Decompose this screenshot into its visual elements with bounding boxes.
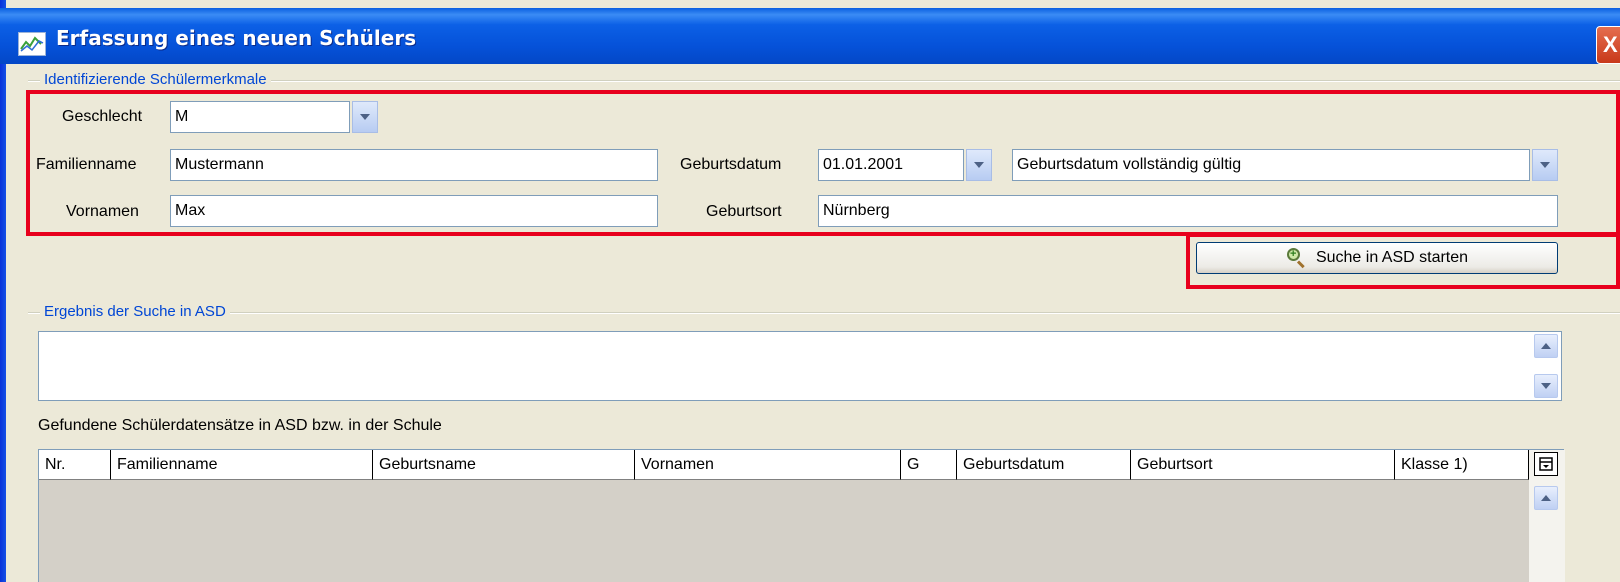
chevron-down-icon — [1541, 383, 1551, 389]
close-button[interactable]: X — [1596, 26, 1620, 64]
column-header-geburtsort[interactable]: Geburtsort — [1131, 450, 1395, 480]
column-chooser-icon[interactable] — [1534, 452, 1558, 476]
dialog-window: Erfassung eines neuen Schülers X Identif… — [0, 0, 1620, 582]
result-group-title: Ergebnis der Suche in ASD — [40, 303, 230, 321]
column-header-geburtsname[interactable]: Geburtsname — [373, 450, 635, 480]
column-header-nr[interactable]: Nr. — [39, 450, 111, 480]
result-scroll-up-button[interactable] — [1534, 334, 1558, 358]
ident-group-title: Identifizierende Schülermerkmale — [40, 71, 271, 89]
title-bar[interactable]: Erfassung eines neuen Schülers X — [0, 8, 1620, 64]
result-group-border — [28, 312, 1620, 314]
search-asd-button[interactable]: + Suche in ASD starten — [1196, 242, 1558, 274]
window-frame — [0, 0, 6, 582]
found-records-table[interactable]: Nr. Familienname Geburtsname Vornamen G … — [38, 449, 1565, 582]
column-header-g[interactable]: G — [901, 450, 957, 480]
found-records-label: Gefundene Schülerdatensätze in ASD bzw. … — [38, 417, 442, 434]
column-header-familienname[interactable]: Familienname — [111, 450, 373, 480]
app-icon — [18, 32, 46, 56]
result-scroll-down-button[interactable] — [1534, 374, 1558, 398]
search-result-textarea[interactable] — [38, 331, 1562, 401]
search-result-text — [39, 332, 1561, 340]
chevron-up-icon — [1541, 343, 1551, 349]
search-asd-button-label: Suche in ASD starten — [1315, 249, 1469, 266]
table-scroll-up-button[interactable] — [1534, 486, 1558, 510]
magnifier-add-icon: + — [1286, 247, 1308, 269]
column-header-vornamen[interactable]: Vornamen — [635, 450, 901, 480]
column-header-klasse[interactable]: Klasse 1) — [1395, 450, 1529, 480]
column-header-geburtsdatum[interactable]: Geburtsdatum — [957, 450, 1131, 480]
chevron-up-icon — [1541, 495, 1551, 501]
window-title: Erfassung eines neuen Schülers — [56, 26, 417, 50]
annotation-highlight-fields — [26, 90, 1620, 236]
